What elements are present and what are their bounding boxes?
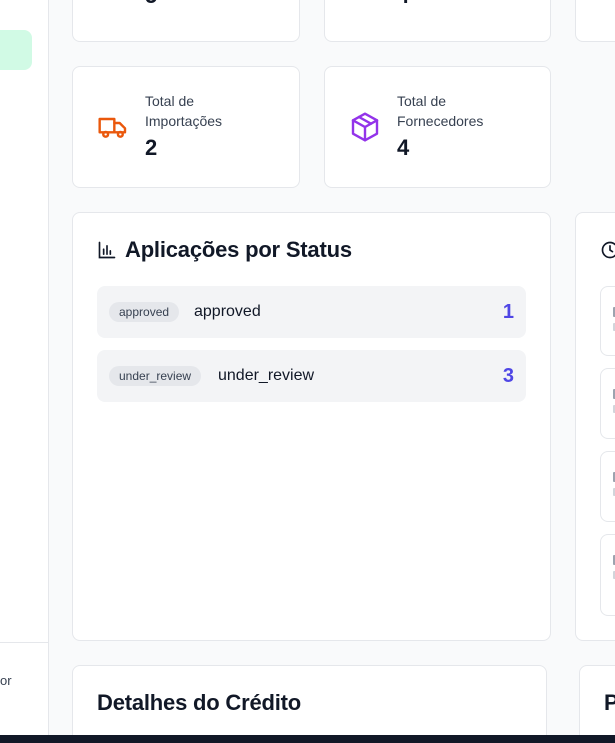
bottom-bar xyxy=(0,735,615,743)
stat-label-line2: Importações xyxy=(145,113,223,129)
stat-label-line2: Fornecedores xyxy=(397,113,484,129)
stat-value: 2 xyxy=(145,135,158,160)
clock-icon xyxy=(601,241,615,259)
stat-value: 4 xyxy=(397,135,410,160)
stat-value: 4 xyxy=(397,0,409,9)
stat-label-line1: Total de xyxy=(145,93,195,109)
sidebar: or xyxy=(0,0,49,743)
activity-item[interactable] xyxy=(600,534,615,616)
status-section-title: Aplicações por Status xyxy=(125,237,352,262)
truck-icon xyxy=(98,117,127,138)
sidebar-user-text[interactable]: or xyxy=(0,673,12,688)
activity-item[interactable] xyxy=(600,286,615,356)
status-row: under_review under_review 3 xyxy=(97,350,526,402)
status-count: 1 xyxy=(502,301,514,323)
sidebar-divider xyxy=(0,642,49,643)
stat-card-top-3 xyxy=(575,0,615,42)
stat-value: 5 xyxy=(145,0,157,9)
right-bottom-title: P xyxy=(604,690,615,715)
activity-item[interactable] xyxy=(600,451,615,522)
status-badge: under_review xyxy=(109,366,202,386)
status-row: approved approved 1 xyxy=(97,286,526,338)
status-badge: approved xyxy=(109,302,180,322)
bar-chart-icon xyxy=(98,241,116,259)
right-bottom-card: P xyxy=(579,665,615,743)
stat-label-line1: Total de xyxy=(397,93,447,109)
sidebar-active-item[interactable] xyxy=(0,30,32,70)
credit-section-title: Detalhes do Crédito xyxy=(97,690,302,715)
credit-section-card: Detalhes do Crédito xyxy=(72,665,547,743)
status-name: approved xyxy=(194,303,261,320)
status-name: under_review xyxy=(218,367,315,384)
stat-card-top-2: 4 xyxy=(324,0,551,42)
activity-section-card xyxy=(575,212,615,641)
stat-card-top-1: 5 xyxy=(72,0,300,42)
activity-item[interactable] xyxy=(600,368,615,439)
status-section-card: Aplicações por Status approved approved … xyxy=(72,212,551,641)
stat-card-fornecedores: Total de Fornecedores 4 xyxy=(324,66,551,188)
package-icon xyxy=(351,112,379,142)
status-count: 3 xyxy=(502,365,514,387)
stat-card-importacoes: Total de Importações 2 xyxy=(72,66,300,188)
